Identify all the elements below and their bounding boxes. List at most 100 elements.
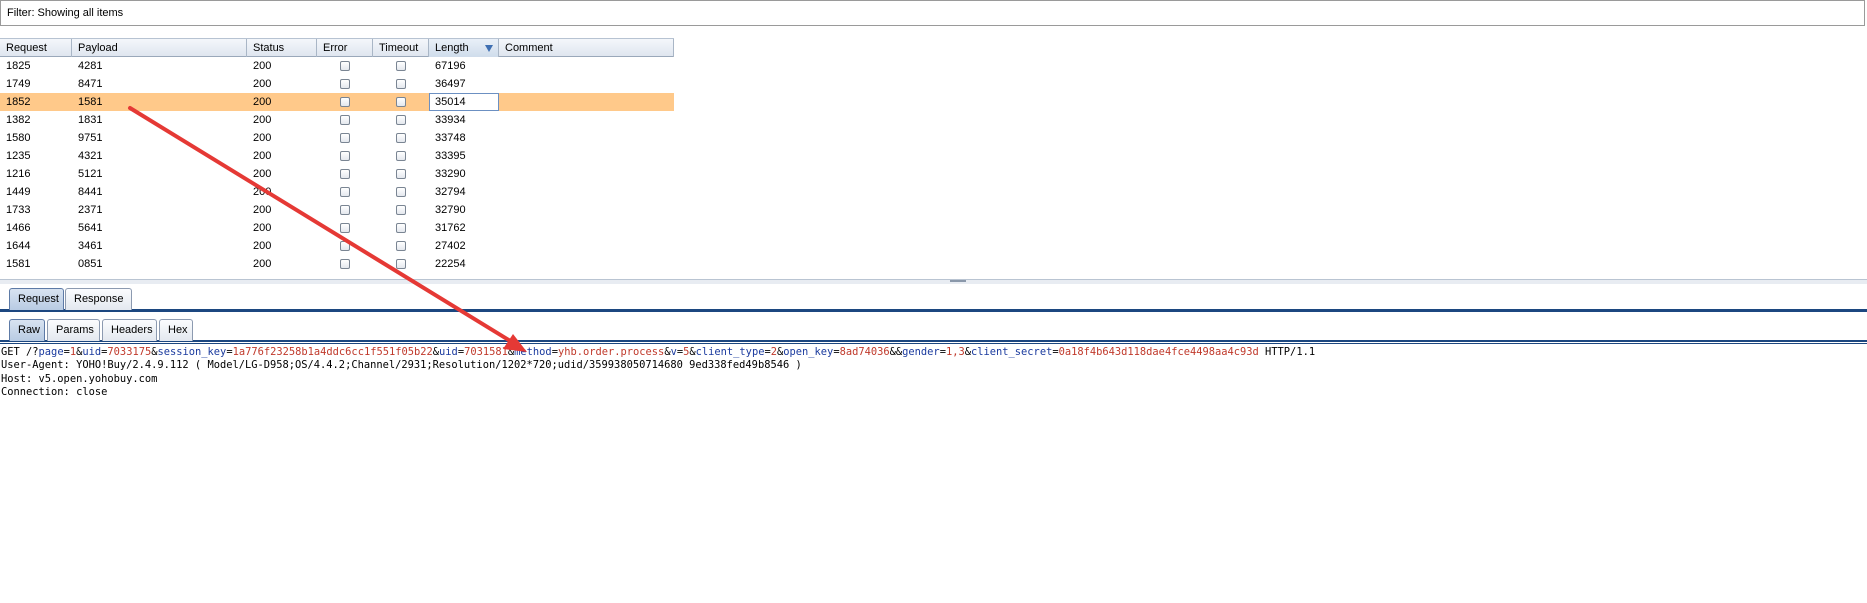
timeout-checkbox[interactable] <box>396 133 406 143</box>
cell-status: 200 <box>253 204 272 216</box>
col-payload[interactable]: Payload <box>72 39 247 57</box>
param-value: 0a18f4b643d118dae4fce4498aa4c93d <box>1058 346 1259 358</box>
error-checkbox[interactable] <box>340 97 350 107</box>
col-request[interactable]: Request <box>0 39 72 57</box>
table-row[interactable]: 1449 8441 200 32794 <box>0 183 674 201</box>
cell-status: 200 <box>253 132 272 144</box>
cell-length: 27402 <box>435 240 466 252</box>
cell-length: 32794 <box>435 186 466 198</box>
cell-comment <box>499 219 674 237</box>
cell-status: 200 <box>253 96 272 108</box>
cell-length: 35014 <box>429 93 499 111</box>
cell-payload: 5641 <box>78 222 103 234</box>
timeout-checkbox[interactable] <box>396 241 406 251</box>
table-row[interactable]: 1825 4281 200 67196 <box>0 57 674 75</box>
request-text: HTTP/1.1 <box>1258 346 1316 358</box>
timeout-checkbox[interactable] <box>396 61 406 71</box>
error-checkbox[interactable] <box>340 187 350 197</box>
error-checkbox[interactable] <box>340 61 350 71</box>
cell-length: 67196 <box>435 60 466 72</box>
cell-payload: 2371 <box>78 204 103 216</box>
tab-request[interactable]: Request <box>9 288 64 310</box>
cell-comment <box>499 147 674 165</box>
table-row[interactable]: 1382 1831 200 33934 <box>0 111 674 129</box>
table-row[interactable]: 1852 1581 200 35014 <box>0 93 674 111</box>
param-key: client_type <box>695 346 765 358</box>
param-key: uid <box>439 346 458 358</box>
table-row[interactable]: 1580 9751 200 33748 <box>0 129 674 147</box>
tab-response[interactable]: Response <box>65 288 132 310</box>
cell-status: 200 <box>253 60 272 72</box>
col-comment[interactable]: Comment <box>499 39 674 57</box>
col-error[interactable]: Error <box>317 39 373 57</box>
host-line: Host: v5.open.yohobuy.com <box>1 372 158 385</box>
error-checkbox[interactable] <box>340 115 350 125</box>
timeout-checkbox[interactable] <box>396 79 406 89</box>
cell-payload: 4281 <box>78 60 103 72</box>
filter-bar[interactable]: Filter: Showing all items <box>0 0 1865 26</box>
tab-params[interactable]: Params <box>47 319 100 341</box>
raw-request-text[interactable]: GET /?page=1&uid=7033175&session_key=1a7… <box>1 346 1315 400</box>
cell-request: 1749 <box>6 78 31 90</box>
table-row[interactable]: 1235 4321 200 33395 <box>0 147 674 165</box>
error-checkbox[interactable] <box>340 259 350 269</box>
table-header: Request Payload Status Error Timeout Len… <box>0 38 674 57</box>
cell-comment <box>499 57 674 75</box>
error-checkbox[interactable] <box>340 205 350 215</box>
timeout-checkbox[interactable] <box>396 97 406 107</box>
cell-request: 1580 <box>6 132 31 144</box>
error-checkbox[interactable] <box>340 133 350 143</box>
col-length[interactable]: Length <box>429 39 499 57</box>
table-row[interactable]: 1749 8471 200 36497 <box>0 75 674 93</box>
timeout-checkbox[interactable] <box>396 187 406 197</box>
cell-request: 1825 <box>6 60 31 72</box>
timeout-checkbox[interactable] <box>396 115 406 125</box>
timeout-checkbox[interactable] <box>396 259 406 269</box>
cell-status: 200 <box>253 258 272 270</box>
col-timeout[interactable]: Timeout <box>373 39 429 57</box>
error-checkbox[interactable] <box>340 241 350 251</box>
tab-separator-2 <box>0 343 1867 344</box>
user-agent-line: User-Agent: YOHO!Buy/2.4.9.112 ( Model/L… <box>1 359 802 372</box>
cell-length: 31762 <box>435 222 466 234</box>
tab-raw[interactable]: Raw <box>9 319 45 341</box>
table-row[interactable]: 1216 5121 200 33290 <box>0 165 674 183</box>
error-checkbox[interactable] <box>340 79 350 89</box>
param-value: yhb.order.process <box>557 346 665 358</box>
cell-request: 1216 <box>6 168 31 180</box>
cell-length: 33934 <box>435 114 466 126</box>
timeout-checkbox[interactable] <box>396 205 406 215</box>
timeout-checkbox[interactable] <box>396 151 406 161</box>
cell-comment <box>499 93 674 111</box>
cell-comment <box>499 237 674 255</box>
split-grip-icon[interactable] <box>950 280 966 282</box>
param-value: 1a776f23258b1a4ddc6cc1f551f05b22 <box>232 346 433 358</box>
error-checkbox[interactable] <box>340 169 350 179</box>
request-line: GET /?page=1&uid=7033175&session_key=1a7… <box>1 346 1315 359</box>
table-row[interactable]: 1644 3461 200 27402 <box>0 237 674 255</box>
timeout-checkbox[interactable] <box>396 223 406 233</box>
cell-comment <box>499 75 674 93</box>
cell-comment <box>499 255 674 273</box>
cell-status: 200 <box>253 150 272 162</box>
col-status[interactable]: Status <box>247 39 317 57</box>
table-row[interactable]: 1581 0851 200 22254 <box>0 255 674 273</box>
cell-status: 200 <box>253 168 272 180</box>
error-checkbox[interactable] <box>340 151 350 161</box>
tab-headers[interactable]: Headers <box>102 319 157 341</box>
tab-hex[interactable]: Hex <box>159 319 193 341</box>
sort-desc-icon <box>485 45 493 52</box>
cell-comment <box>499 201 674 219</box>
table-row[interactable]: 1733 2371 200 32790 <box>0 201 674 219</box>
param-key: session_key <box>157 346 227 358</box>
error-checkbox[interactable] <box>340 223 350 233</box>
split-divider[interactable] <box>0 279 1867 284</box>
cell-length: 36497 <box>435 78 466 90</box>
cell-length: 22254 <box>435 258 466 270</box>
param-key: open_key <box>783 346 834 358</box>
timeout-checkbox[interactable] <box>396 169 406 179</box>
table-row[interactable]: 1466 5641 200 31762 <box>0 219 674 237</box>
param-value: 7031581 <box>464 346 508 358</box>
table-body: 1825 4281 200 67196 1749 8471 200 36497 1852 1581… <box>0 57 674 273</box>
cell-payload: 9751 <box>78 132 103 144</box>
